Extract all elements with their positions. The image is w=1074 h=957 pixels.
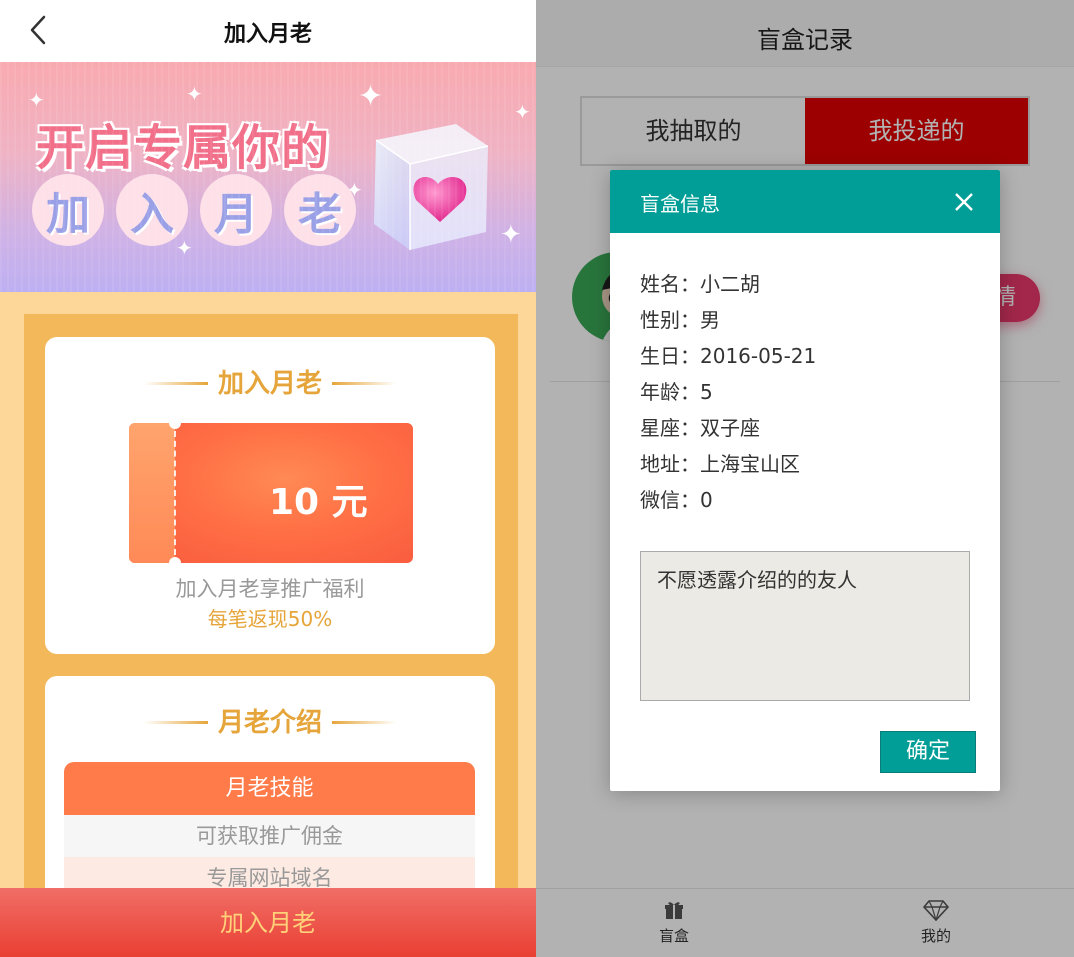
page-title: 加入月老: [223, 22, 312, 47]
blind-box-records-screen: 盲盒记录 我抽取的 我投递的 详情: [536, 0, 1074, 957]
top-nav-bar: 加入月老: [0, 0, 536, 62]
info-zodiac: 星座：双子座: [640, 416, 760, 440]
info-birthday: 生日：2016-05-21: [640, 344, 817, 368]
heart-cube-illustration: [374, 124, 489, 250]
coupon-price: 10 元: [269, 482, 368, 523]
sparkle-icon: ✦: [358, 79, 384, 114]
confirm-button[interactable]: 确定: [880, 731, 976, 773]
card-title: 加入月老: [143, 363, 396, 400]
sparkle-icon: ✦: [186, 82, 203, 106]
info-age: 年龄：5: [640, 380, 713, 404]
join-card: 加入月老 10 元 加入月老享推广福利 每笔返现50%: [45, 337, 495, 654]
close-icon[interactable]: [952, 190, 976, 214]
info-gender: 性别：男: [640, 308, 720, 332]
banner-char: 入: [116, 174, 188, 246]
profile-info-list: 姓名：小二胡 性别：男 生日：2016-05-21 年龄：5 星座：双子座 地址…: [640, 266, 816, 518]
join-button[interactable]: 加入月老: [0, 888, 536, 957]
dialog-header: 盲盒信息: [610, 170, 1000, 233]
skills-table: 月老技能 可获取推广佣金 专属网站域名: [64, 762, 475, 899]
banner-char: 月: [200, 174, 272, 246]
benefit-text: 加入月老享推广福利: [175, 577, 365, 601]
blind-box-info-dialog: 盲盒信息 姓名：小二胡 性别：男 生日：2016-05-21 年龄：5 星座：双…: [610, 170, 1000, 791]
sparkle-icon: ✦: [514, 100, 531, 124]
banner-char: 老: [284, 174, 356, 246]
promo-banner: ✦ ✦ ✦ ✦ ✦ ✦ ✦ 开启专属你的 加 入 月 老: [0, 62, 536, 292]
fee-coupon: 10 元: [129, 423, 413, 563]
info-wechat: 微信：0: [640, 488, 713, 512]
info-name: 姓名：小二胡: [640, 272, 760, 296]
card-title-text: 加入月老: [217, 369, 322, 399]
info-address: 地址：上海宝山区: [640, 452, 800, 476]
join-yuelao-screen: 加入月老 ✦ ✦ ✦ ✦ ✦ ✦ ✦ 开启专属你的 加 入 月 老 加入月老 1…: [0, 0, 536, 957]
note-textarea[interactable]: 不愿透露介绍的的友人: [640, 551, 970, 701]
banner-char: 加: [32, 174, 104, 246]
banner-subheadline: 加 入 月 老: [32, 174, 356, 246]
dialog-title: 盲盒信息: [640, 192, 720, 216]
skills-table-header: 月老技能: [64, 762, 475, 815]
sparkle-icon: ✦: [176, 236, 193, 260]
card-title-text: 月老介绍: [217, 708, 322, 738]
sparkle-icon: ✦: [346, 178, 363, 202]
skills-table-row: 可获取推广佣金: [64, 815, 475, 857]
sparkle-icon: ✦: [28, 88, 45, 112]
cashback-text: 每笔返现50%: [207, 607, 333, 631]
sparkle-icon: ✦: [500, 220, 522, 250]
card-title: 月老介绍: [143, 702, 396, 739]
banner-headline: 开启专属你的: [36, 120, 331, 176]
